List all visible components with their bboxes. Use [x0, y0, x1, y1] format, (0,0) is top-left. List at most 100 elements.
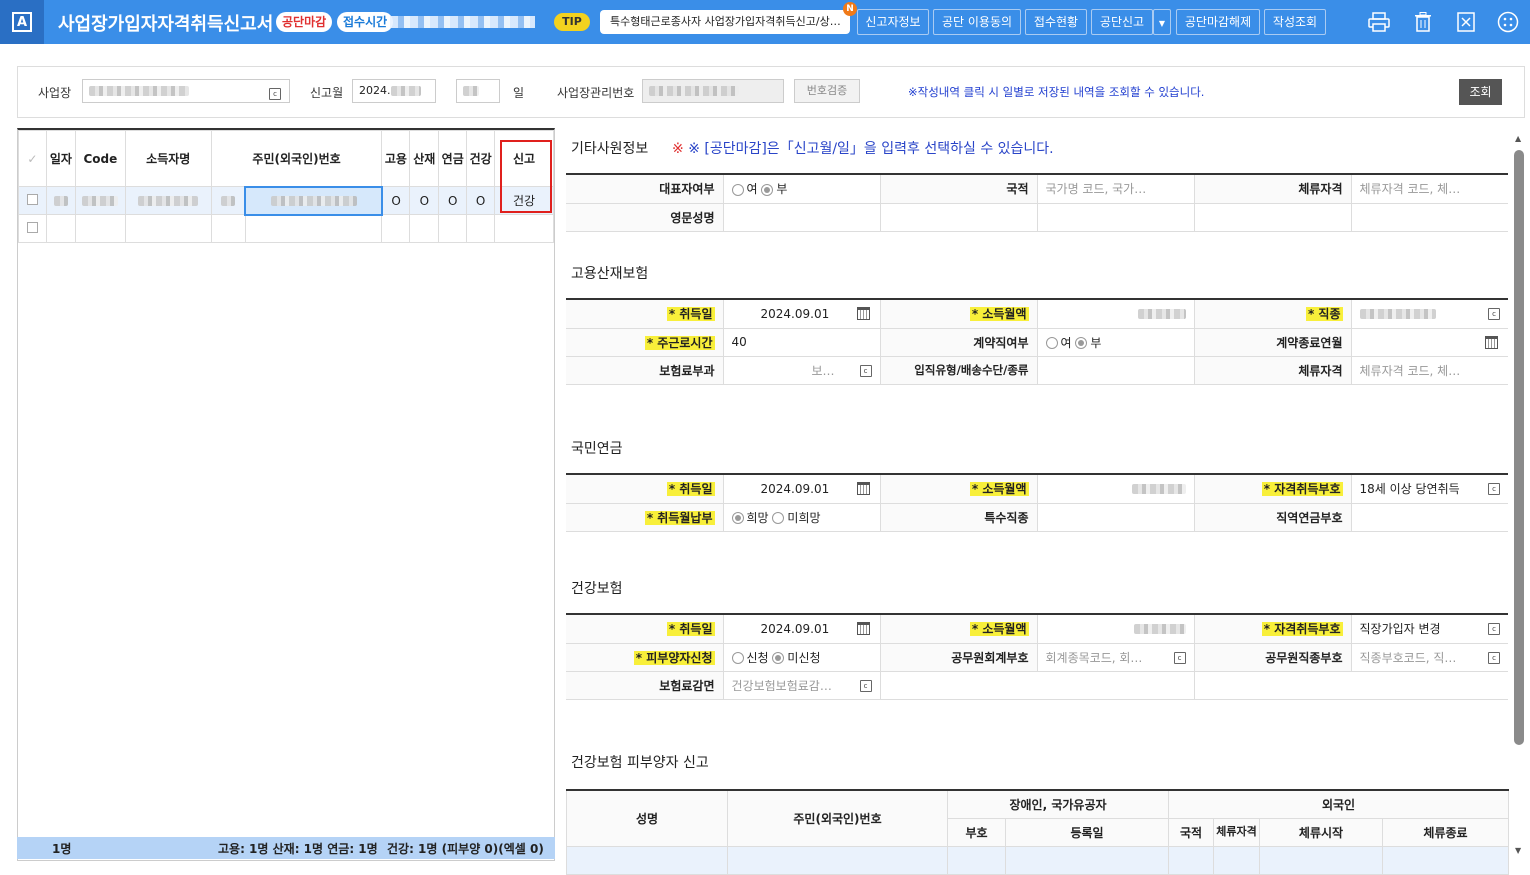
pen-income-input[interactable]: [1037, 475, 1195, 504]
agency-report-button[interactable]: 공단신고: [1091, 9, 1153, 35]
employee-list-panel: ✓ 일자 Code 소득자명 주민(외국인)번호 고용 산재 연금 건강 신고 …: [17, 128, 555, 861]
lookup-icon[interactable]: c: [1488, 651, 1500, 664]
footer-summary: 고용: 1명 산재: 1명 연금: 1명: [218, 842, 378, 856]
menu-grid-icon[interactable]: [1496, 10, 1520, 34]
lookup-icon[interactable]: c: [1173, 651, 1186, 664]
employment-flag: O: [381, 186, 411, 215]
verify-number-button[interactable]: 번호검증: [794, 79, 860, 103]
radio-nowant[interactable]: [772, 512, 785, 524]
report-month-input[interactable]: 2024.: [352, 79, 436, 103]
receipt-status-button[interactable]: 접수현황: [1025, 9, 1087, 35]
excel-icon[interactable]: [1454, 10, 1478, 34]
app-logo[interactable]: A: [0, 0, 44, 44]
acct-code-input[interactable]: 회계종목코드, 회… c: [1037, 643, 1195, 672]
trash-icon[interactable]: [1411, 10, 1435, 34]
hlth-income-input[interactable]: [1037, 615, 1195, 644]
calendar-icon[interactable]: [856, 482, 870, 495]
rep-radio[interactable]: 여 부: [723, 175, 881, 204]
table-row[interactable]: [566, 845, 1509, 875]
emp-stay-input[interactable]: 체류자격 코드, 체…: [1351, 356, 1508, 385]
stay-input[interactable]: 체류자격 코드, 체…: [1351, 175, 1508, 204]
reduce-input[interactable]: 건강보험보험료감… c: [723, 671, 881, 700]
hlth-acq-date[interactable]: 2024.09.01: [723, 615, 881, 644]
agency-close-release-button[interactable]: 공단마감해제: [1176, 9, 1260, 35]
lookup-icon[interactable]: c: [1488, 623, 1500, 635]
hlth-code-input[interactable]: 직장가입자 변경 c: [1351, 615, 1508, 644]
dep-col-foreign: 외국인: [1168, 789, 1509, 819]
radio-apply[interactable]: [731, 652, 744, 664]
emp-hours-input[interactable]: 40: [723, 328, 881, 357]
dep-col-rrn: 주민(외국인)번호: [727, 789, 948, 847]
select-all-check[interactable]: ✓: [18, 130, 47, 187]
query-button[interactable]: 조회: [1459, 79, 1502, 105]
employee-table: ✓ 일자 Code 소득자명 주민(외국인)번호 고용 산재 연금 건강 신고 …: [18, 130, 554, 243]
workplace-input[interactable]: c: [82, 79, 290, 103]
nation-input[interactable]: 국가명 코드, 국가…: [1037, 175, 1195, 204]
calendar-icon[interactable]: [856, 622, 870, 635]
dependent-apply-radio[interactable]: 신청 미신청: [723, 643, 881, 672]
tip-message[interactable]: 특수형태근로종사자 사업장가입자격취득신고/상…: [600, 10, 850, 34]
print-icon[interactable]: [1367, 10, 1391, 34]
emp-acq-date[interactable]: 2024.09.01: [723, 300, 881, 329]
contract-end-input[interactable]: [1351, 328, 1508, 357]
occ-code-input[interactable]: 직종부호코드, 직… c: [1351, 643, 1508, 672]
lookup-icon[interactable]: c: [269, 88, 281, 100]
emp-job-input[interactable]: c: [1351, 300, 1508, 329]
radio-no[interactable]: [761, 183, 774, 196]
section-title-pension: 국민연금: [571, 441, 623, 457]
eng-name-input[interactable]: [723, 203, 881, 232]
agency-report-dropdown[interactable]: ▼: [1153, 9, 1171, 35]
closed-badge: 공단마감: [276, 12, 333, 32]
col-health: 건강: [466, 130, 496, 187]
stay-label: 체류자격: [1194, 175, 1352, 204]
reduce-label: 보험료감면: [566, 671, 724, 700]
receive-time-value: [390, 16, 535, 28]
calendar-icon[interactable]: [1485, 335, 1498, 349]
table-row[interactable]: [18, 214, 554, 243]
radio-want[interactable]: [731, 512, 744, 524]
pen-pay-radio[interactable]: 희망 미희망: [723, 503, 881, 532]
scroll-thumb[interactable]: [1514, 150, 1524, 745]
calendar-icon[interactable]: [856, 307, 870, 320]
lookup-icon[interactable]: c: [859, 679, 872, 692]
col-name: 소득자명: [124, 130, 212, 187]
pen-income-label: * 소득월액: [969, 482, 1029, 497]
agency-consent-button[interactable]: 공단 이용동의: [933, 9, 1021, 35]
rep-label: 대표자여부: [566, 175, 724, 204]
premium-input[interactable]: 보… c: [723, 356, 881, 385]
footer-health: 건강: 1명 (피부양 0)(엑셀 0): [387, 842, 544, 856]
radio-yes[interactable]: [1045, 337, 1058, 349]
lookup-icon[interactable]: c: [1488, 483, 1500, 495]
lookup-icon[interactable]: c: [1488, 308, 1500, 320]
receive-time-badge: 접수시간: [337, 12, 394, 32]
radio-no[interactable]: [1075, 337, 1088, 349]
occ-pension-input[interactable]: [1351, 503, 1508, 532]
occ-pension-label: 직역연금부호: [1194, 503, 1352, 532]
radio-noapply[interactable]: [772, 652, 785, 664]
pen-code-input[interactable]: 18세 이상 당연취득 c: [1351, 475, 1508, 504]
row-checkbox[interactable]: [26, 193, 38, 205]
table-footer: 1명 고용: 1명 산재: 1명 연금: 1명 건강: 1명 (피부양 0)(엑…: [17, 837, 555, 859]
radio-yes[interactable]: [731, 183, 744, 196]
dep-col-nation: 국적: [1168, 817, 1214, 847]
acct-code-label: 공무원회계부호: [880, 643, 1038, 672]
entry-type-input[interactable]: [1037, 356, 1195, 385]
emp-income-input[interactable]: [1037, 300, 1195, 329]
contract-radio[interactable]: 여 부: [1037, 328, 1195, 357]
lookup-icon[interactable]: c: [859, 364, 872, 377]
scroll-down-icon[interactable]: ▼: [1515, 846, 1521, 855]
detail-form: 기타사원정보 ※ ※ [공단마감]은「신고월/일」을 입력후 선택하실 수 있습…: [566, 128, 1510, 875]
report-day-input[interactable]: [456, 79, 500, 103]
workplace-label: 사업장: [38, 86, 72, 100]
form-scrollbar[interactable]: ▲ ▼: [1512, 128, 1526, 861]
mgmt-number-input[interactable]: [642, 79, 784, 103]
table-row[interactable]: O O O O 건강: [18, 185, 554, 216]
reporter-info-button[interactable]: 신고자정보: [857, 9, 929, 35]
dependent-apply-label: * 피부양자신청: [633, 650, 715, 665]
row-checkbox[interactable]: [26, 221, 38, 233]
dependent-table: 성명 주민(외국인)번호 장애인, 국가유공자 외국인 부호 등록일 국적 체류…: [566, 789, 1509, 875]
pen-acq-date[interactable]: 2024.09.01: [723, 475, 881, 504]
write-query-button[interactable]: 작성조회: [1264, 9, 1326, 35]
scroll-up-icon[interactable]: ▲: [1515, 134, 1521, 143]
special-job-input[interactable]: [1037, 503, 1195, 532]
